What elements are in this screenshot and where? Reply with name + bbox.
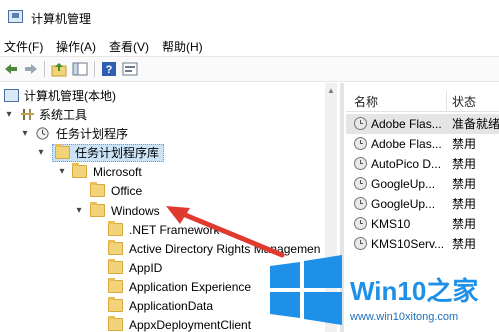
- task-name: GoogleUp...: [371, 177, 436, 191]
- menu-file[interactable]: 文件(F): [4, 38, 43, 55]
- folder-icon: [90, 202, 105, 217]
- column-separator[interactable]: [446, 91, 447, 111]
- column-header-name[interactable]: 名称: [354, 93, 378, 110]
- list-item[interactable]: Adobe Flas... 禁用: [346, 134, 499, 154]
- task-status: 禁用: [452, 137, 477, 151]
- task-clock-icon: [354, 217, 367, 230]
- menu-view[interactable]: 查看(V): [109, 38, 149, 55]
- list-item[interactable]: KMS10 禁用: [346, 214, 499, 234]
- title-bar: 计算机管理: [0, 0, 499, 34]
- task-status: 禁用: [452, 177, 477, 191]
- task-name: Adobe Flas...: [371, 117, 442, 131]
- chevron-down-icon[interactable]: ▾: [74, 201, 84, 221]
- menu-action[interactable]: 操作(A): [56, 38, 96, 55]
- task-status: 禁用: [452, 217, 477, 231]
- tree-item-label: 任务计划程序: [56, 127, 129, 141]
- tree-item-label: Microsoft: [93, 165, 142, 179]
- task-clock-icon: [354, 157, 367, 170]
- svg-text:?: ?: [106, 64, 113, 76]
- tree-item-task-scheduler[interactable]: ▾ 任务计划程序: [0, 124, 320, 144]
- chevron-down-icon[interactable]: ▾: [57, 162, 67, 182]
- back-icon[interactable]: [3, 61, 19, 77]
- tree-item-label: 计算机管理(本地): [24, 89, 116, 103]
- task-clock-icon: [354, 197, 367, 210]
- task-status: 禁用: [452, 197, 477, 211]
- tools-icon: [21, 109, 34, 120]
- tree-item-microsoft[interactable]: ▾ Microsoft: [0, 162, 320, 182]
- show-hide-tree-icon[interactable]: [72, 61, 88, 77]
- watermark-url: www.win10xitong.com: [349, 311, 458, 323]
- tree-item-office[interactable]: Office: [0, 181, 320, 201]
- tree-item-label: ApplicationData: [129, 299, 214, 313]
- win10-logo-watermark: Win10之家 www.win10xitong.com: [270, 255, 478, 325]
- tree-item-system-tools[interactable]: ▾ 系统工具: [0, 105, 320, 125]
- list-item[interactable]: GoogleUp... 禁用: [346, 194, 499, 214]
- menu-help[interactable]: 帮助(H): [162, 38, 203, 55]
- folder-icon: [90, 182, 105, 197]
- toolbar: ?: [0, 56, 499, 82]
- computer-management-icon: [8, 10, 23, 23]
- window-title: 计算机管理: [31, 12, 92, 26]
- scroll-up-icon[interactable]: ▲: [326, 86, 336, 96]
- folder-icon: [108, 259, 123, 274]
- task-name: KMS10: [371, 217, 411, 231]
- list-item[interactable]: AutoPico D... 禁用: [346, 154, 499, 174]
- task-status: 准备就绪: [452, 117, 499, 131]
- folder-clock-icon: [55, 144, 70, 159]
- list-item[interactable]: Adobe Flas... 准备就绪: [346, 114, 499, 134]
- chevron-down-icon[interactable]: ▾: [20, 124, 30, 144]
- tree-item-label: 任务计划程序库: [75, 146, 160, 160]
- column-header-status[interactable]: 状态: [452, 93, 476, 110]
- task-name: GoogleUp...: [371, 197, 436, 211]
- computer-management-icon: [4, 89, 19, 102]
- task-clock-icon: [354, 137, 367, 150]
- tree-item-label: AppxDeploymentClient: [129, 318, 252, 332]
- forward-icon[interactable]: [23, 61, 39, 77]
- list-header: 名称 状态: [346, 89, 499, 112]
- folder-icon: [72, 163, 87, 178]
- folder-icon: [108, 297, 123, 312]
- properties-icon[interactable]: [122, 61, 138, 77]
- tree-item-label: Windows: [111, 204, 160, 218]
- chevron-down-icon[interactable]: ▾: [4, 105, 14, 125]
- tree-item-task-library[interactable]: ▾ 任务计划程序库: [0, 143, 320, 163]
- task-name: AutoPico D...: [371, 157, 442, 171]
- menu-bar: 文件(F) 操作(A) 查看(V) 帮助(H): [0, 34, 499, 56]
- folder-icon: [108, 316, 123, 331]
- up-folder-icon[interactable]: [51, 61, 67, 77]
- toolbar-separator: [44, 61, 45, 77]
- tree-item-label: Office: [111, 184, 143, 198]
- task-name: Adobe Flas...: [371, 137, 442, 151]
- clock-icon: [36, 127, 49, 140]
- task-clock-icon: [354, 117, 367, 130]
- folder-icon: [108, 221, 123, 236]
- tree-item-label: AppID: [129, 261, 163, 275]
- folder-icon: [108, 240, 123, 255]
- help-icon[interactable]: ?: [101, 61, 117, 77]
- list-item[interactable]: GoogleUp... 禁用: [346, 174, 499, 194]
- folder-icon: [108, 278, 123, 293]
- tree-item-label: 系统工具: [39, 108, 88, 122]
- tree-item-label: Application Experience: [129, 280, 252, 294]
- task-status: 禁用: [452, 157, 477, 171]
- watermark-brand: Win10之家: [350, 276, 478, 306]
- tree-item-computer-management[interactable]: 计算机管理(本地): [0, 86, 320, 106]
- task-clock-icon: [354, 177, 367, 190]
- toolbar-separator: [94, 61, 95, 77]
- chevron-down-icon[interactable]: ▾: [36, 143, 46, 163]
